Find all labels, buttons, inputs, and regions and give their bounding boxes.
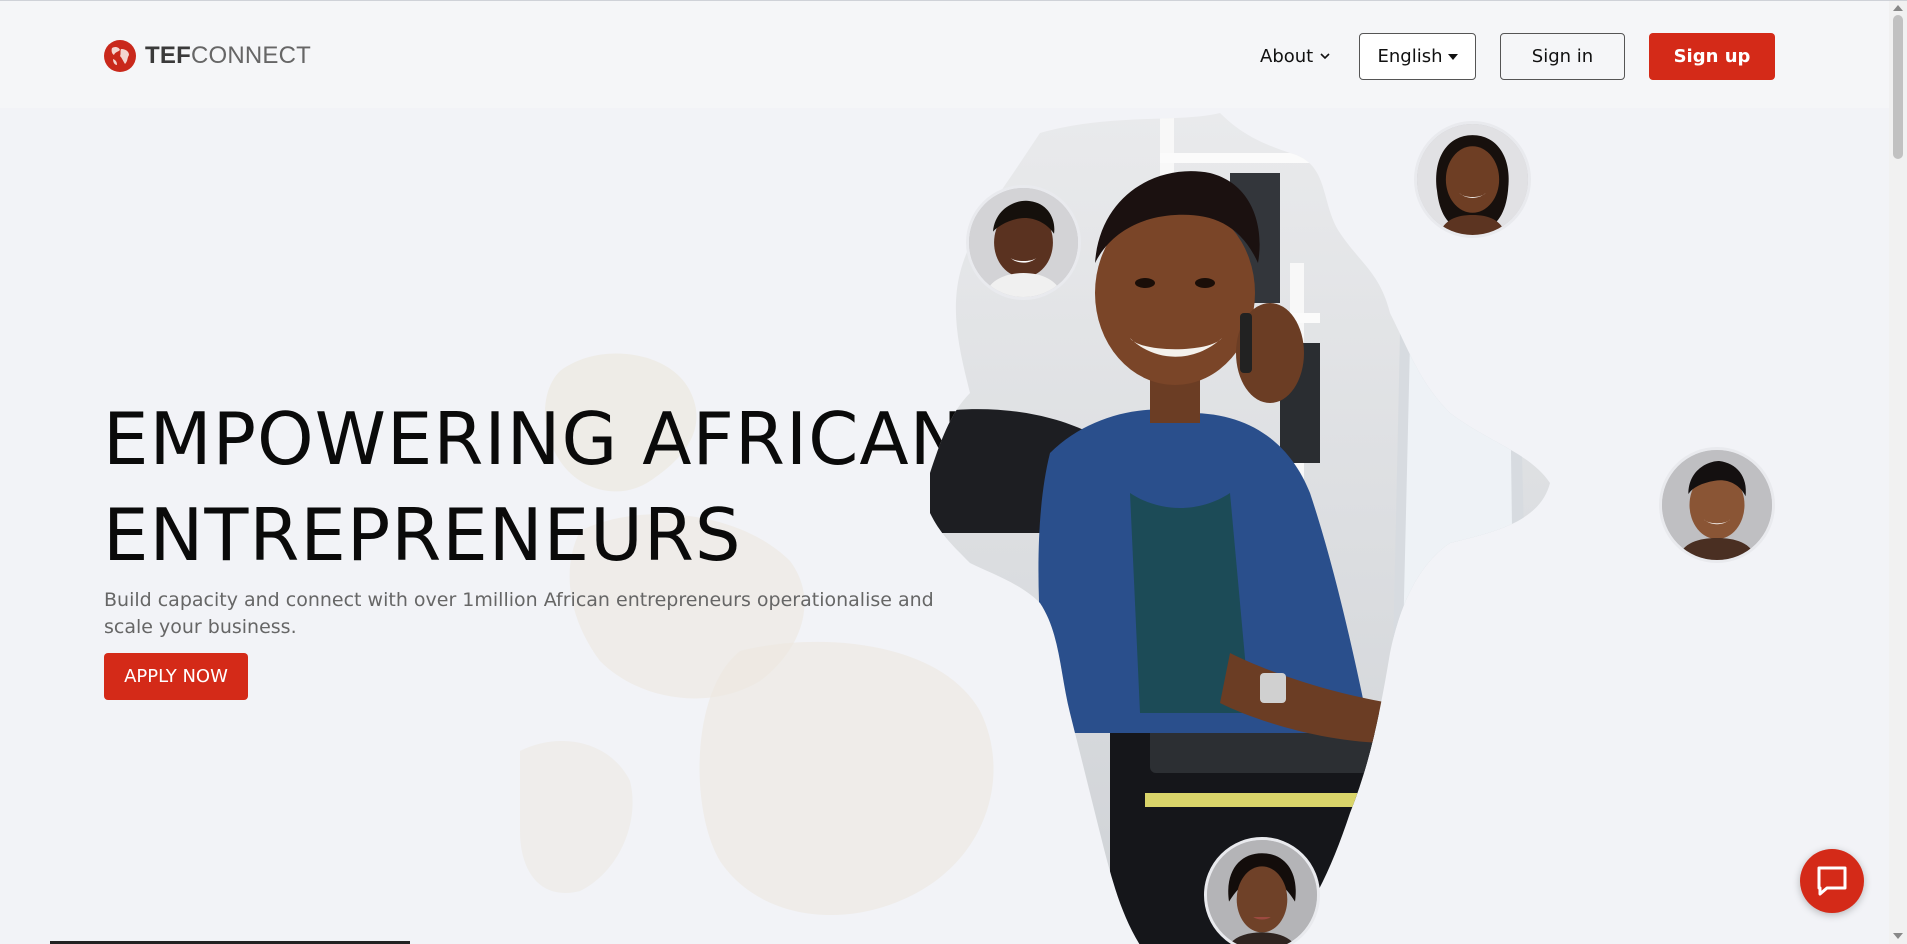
hero-subtitle: Build capacity and connect with over 1mi… (104, 589, 934, 638)
brand-name-bold: TEF (145, 42, 191, 69)
avatar-photo (1207, 840, 1317, 944)
sign-in-button[interactable]: Sign in (1500, 33, 1625, 80)
scrollbar-thumb[interactable] (1893, 15, 1903, 159)
scroll-up-arrow-icon[interactable] (1893, 5, 1903, 11)
nav-about-dropdown[interactable]: About (1260, 41, 1331, 71)
page: TEFCONNECT About English Sign in Sign up (0, 0, 1907, 944)
avatar-man (1659, 447, 1775, 563)
avatar-photo (1417, 124, 1528, 235)
scroll-down-arrow-icon[interactable] (1893, 933, 1903, 939)
page-scrollbar[interactable] (1889, 1, 1907, 944)
navbar: TEFCONNECT About English Sign in Sign up (0, 1, 1889, 108)
hero-title-line-2: ENTREPRENEURS (103, 493, 742, 577)
avatar-smiling-woman (1414, 121, 1531, 238)
apply-now-label: APPLY NOW (124, 666, 228, 687)
globe-icon (104, 40, 136, 72)
caret-down-icon (1447, 53, 1458, 60)
nav-about-label: About (1260, 45, 1314, 67)
brand-name-light: CONNECT (190, 42, 312, 69)
avatar-young-man (966, 185, 1081, 300)
apply-now-button[interactable]: APPLY NOW (104, 653, 248, 700)
avatar-photo (969, 188, 1078, 297)
sign-up-label: Sign up (1673, 46, 1751, 67)
sign-in-label: Sign in (1531, 46, 1594, 67)
chat-bubble-icon (1817, 866, 1847, 896)
sign-up-button[interactable]: Sign up (1649, 33, 1775, 80)
brand-logo[interactable]: TEFCONNECT (103, 38, 311, 74)
language-selector[interactable]: English (1359, 33, 1476, 80)
chevron-down-icon (1320, 53, 1330, 60)
language-label: English (1377, 46, 1443, 67)
hero-title: EMPOWERING AFRICAN ENTREPRENEURS (103, 391, 1003, 583)
brand-name: TEFCONNECT (145, 42, 311, 70)
avatar-woman-portrait (1204, 837, 1320, 944)
chat-button[interactable] (1800, 849, 1864, 913)
hero-title-line-1: EMPOWERING AFRICAN (103, 397, 965, 481)
avatar-photo (1662, 450, 1772, 560)
